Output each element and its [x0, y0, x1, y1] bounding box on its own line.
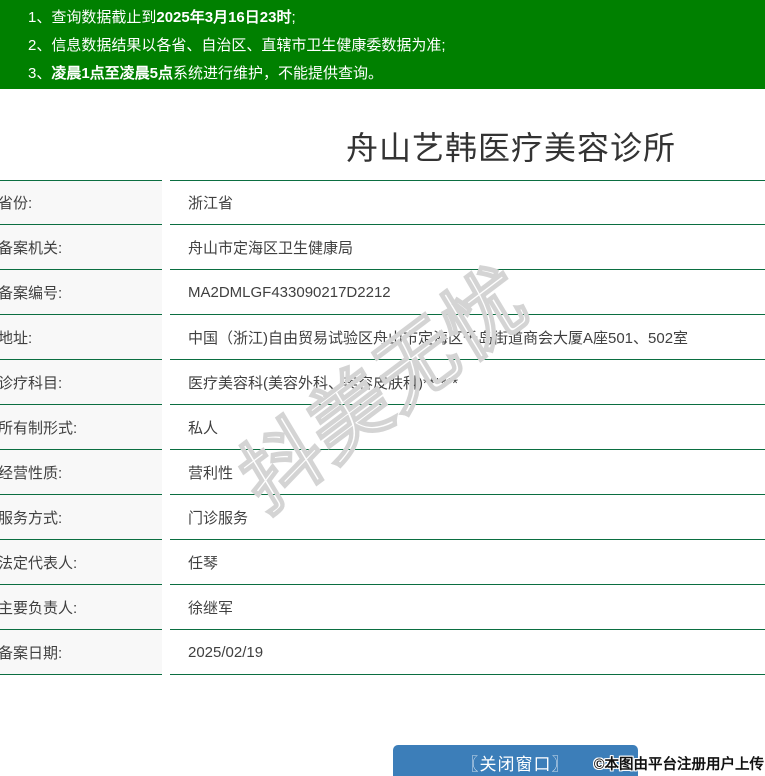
row-value: 徐继军 — [170, 585, 765, 630]
notice-line-1: 1、查询数据截止到2025年3月16日23时; — [28, 4, 765, 32]
row-value: 任琴 — [170, 540, 765, 585]
row-label: 备案编号: — [0, 270, 162, 315]
table-row: 备案日期: 2025/02/19 — [0, 630, 765, 675]
row-value: MA2DMLGF433090217D2212 — [170, 270, 765, 315]
row-value: 私人 — [170, 405, 765, 450]
table-row: 主要负责人: 徐继军 — [0, 585, 765, 630]
notice-text: 系统进行维护，不能提供查询。 — [173, 65, 384, 82]
table-row: 法定代表人: 任琴 — [0, 540, 765, 585]
row-label: 经营性质: — [0, 450, 162, 495]
row-label: 备案机关: — [0, 225, 162, 270]
row-label: 省份: — [0, 180, 162, 225]
notice-text: 信息数据结果以各省、自治区、直辖市卫生健康委数据为准; — [51, 37, 446, 54]
row-label: 诊疗科目: — [0, 360, 162, 405]
notice-line-2: 2、信息数据结果以各省、自治区、直辖市卫生健康委数据为准; — [28, 32, 765, 60]
table-row: 地址: 中国（浙江)自由贸易试验区舟山市定海区千岛街道商会大厦A座501、502… — [0, 315, 765, 360]
notice-bold-text: 凌晨1点至凌晨5点 — [51, 65, 174, 82]
row-label: 主要负责人: — [0, 585, 162, 630]
notice-line-3: 3、凌晨1点至凌晨5点系统进行维护，不能提供查询。 — [28, 60, 765, 88]
row-value: 2025/02/19 — [170, 630, 765, 675]
upload-credit-text: ©本图由平台注册用户上传 — [593, 757, 764, 773]
row-label: 地址: — [0, 315, 162, 360]
clinic-info-table: 省份: 浙江省 备案机关: 舟山市定海区卫生健康局 备案编号: MA2DMLGF… — [0, 180, 765, 675]
row-value: 门诊服务 — [170, 495, 765, 540]
notice-number: 3、 — [28, 65, 52, 82]
notice-number: 1、 — [28, 9, 52, 26]
table-row: 备案编号: MA2DMLGF433090217D2212 — [0, 270, 765, 315]
row-value: 医疗美容科(美容外科、美容皮肤科)****** — [170, 360, 765, 405]
row-label: 法定代表人: — [0, 540, 162, 585]
row-label: 服务方式: — [0, 495, 162, 540]
table-row: 所有制形式: 私人 — [0, 405, 765, 450]
row-value: 浙江省 — [170, 180, 765, 225]
notice-number: 2、 — [28, 37, 52, 54]
table-row: 诊疗科目: 医疗美容科(美容外科、美容皮肤科)****** — [0, 360, 765, 405]
table-row: 服务方式: 门诊服务 — [0, 495, 765, 540]
row-value: 舟山市定海区卫生健康局 — [170, 225, 765, 270]
page-title: 舟山艺韩医疗美容诊所 — [345, 130, 677, 166]
table-row: 省份: 浙江省 — [0, 180, 765, 225]
table-row: 备案机关: 舟山市定海区卫生健康局 — [0, 225, 765, 270]
row-label: 备案日期: — [0, 630, 162, 675]
row-value: 中国（浙江)自由贸易试验区舟山市定海区千岛街道商会大厦A座501、502室 — [170, 315, 765, 360]
row-value: 营利性 — [170, 450, 765, 495]
notice-text: 查询数据截止到 — [51, 9, 157, 26]
page: 1、查询数据截止到2025年3月16日23时; 2、信息数据结果以各省、自治区、… — [0, 0, 765, 776]
notice-bold-text: 2025年3月16日23时 — [156, 9, 292, 26]
notice-banner: 1、查询数据截止到2025年3月16日23时; 2、信息数据结果以各省、自治区、… — [0, 0, 765, 89]
table-row: 经营性质: 营利性 — [0, 450, 765, 495]
row-label: 所有制形式: — [0, 405, 162, 450]
notice-text: ; — [291, 9, 296, 26]
